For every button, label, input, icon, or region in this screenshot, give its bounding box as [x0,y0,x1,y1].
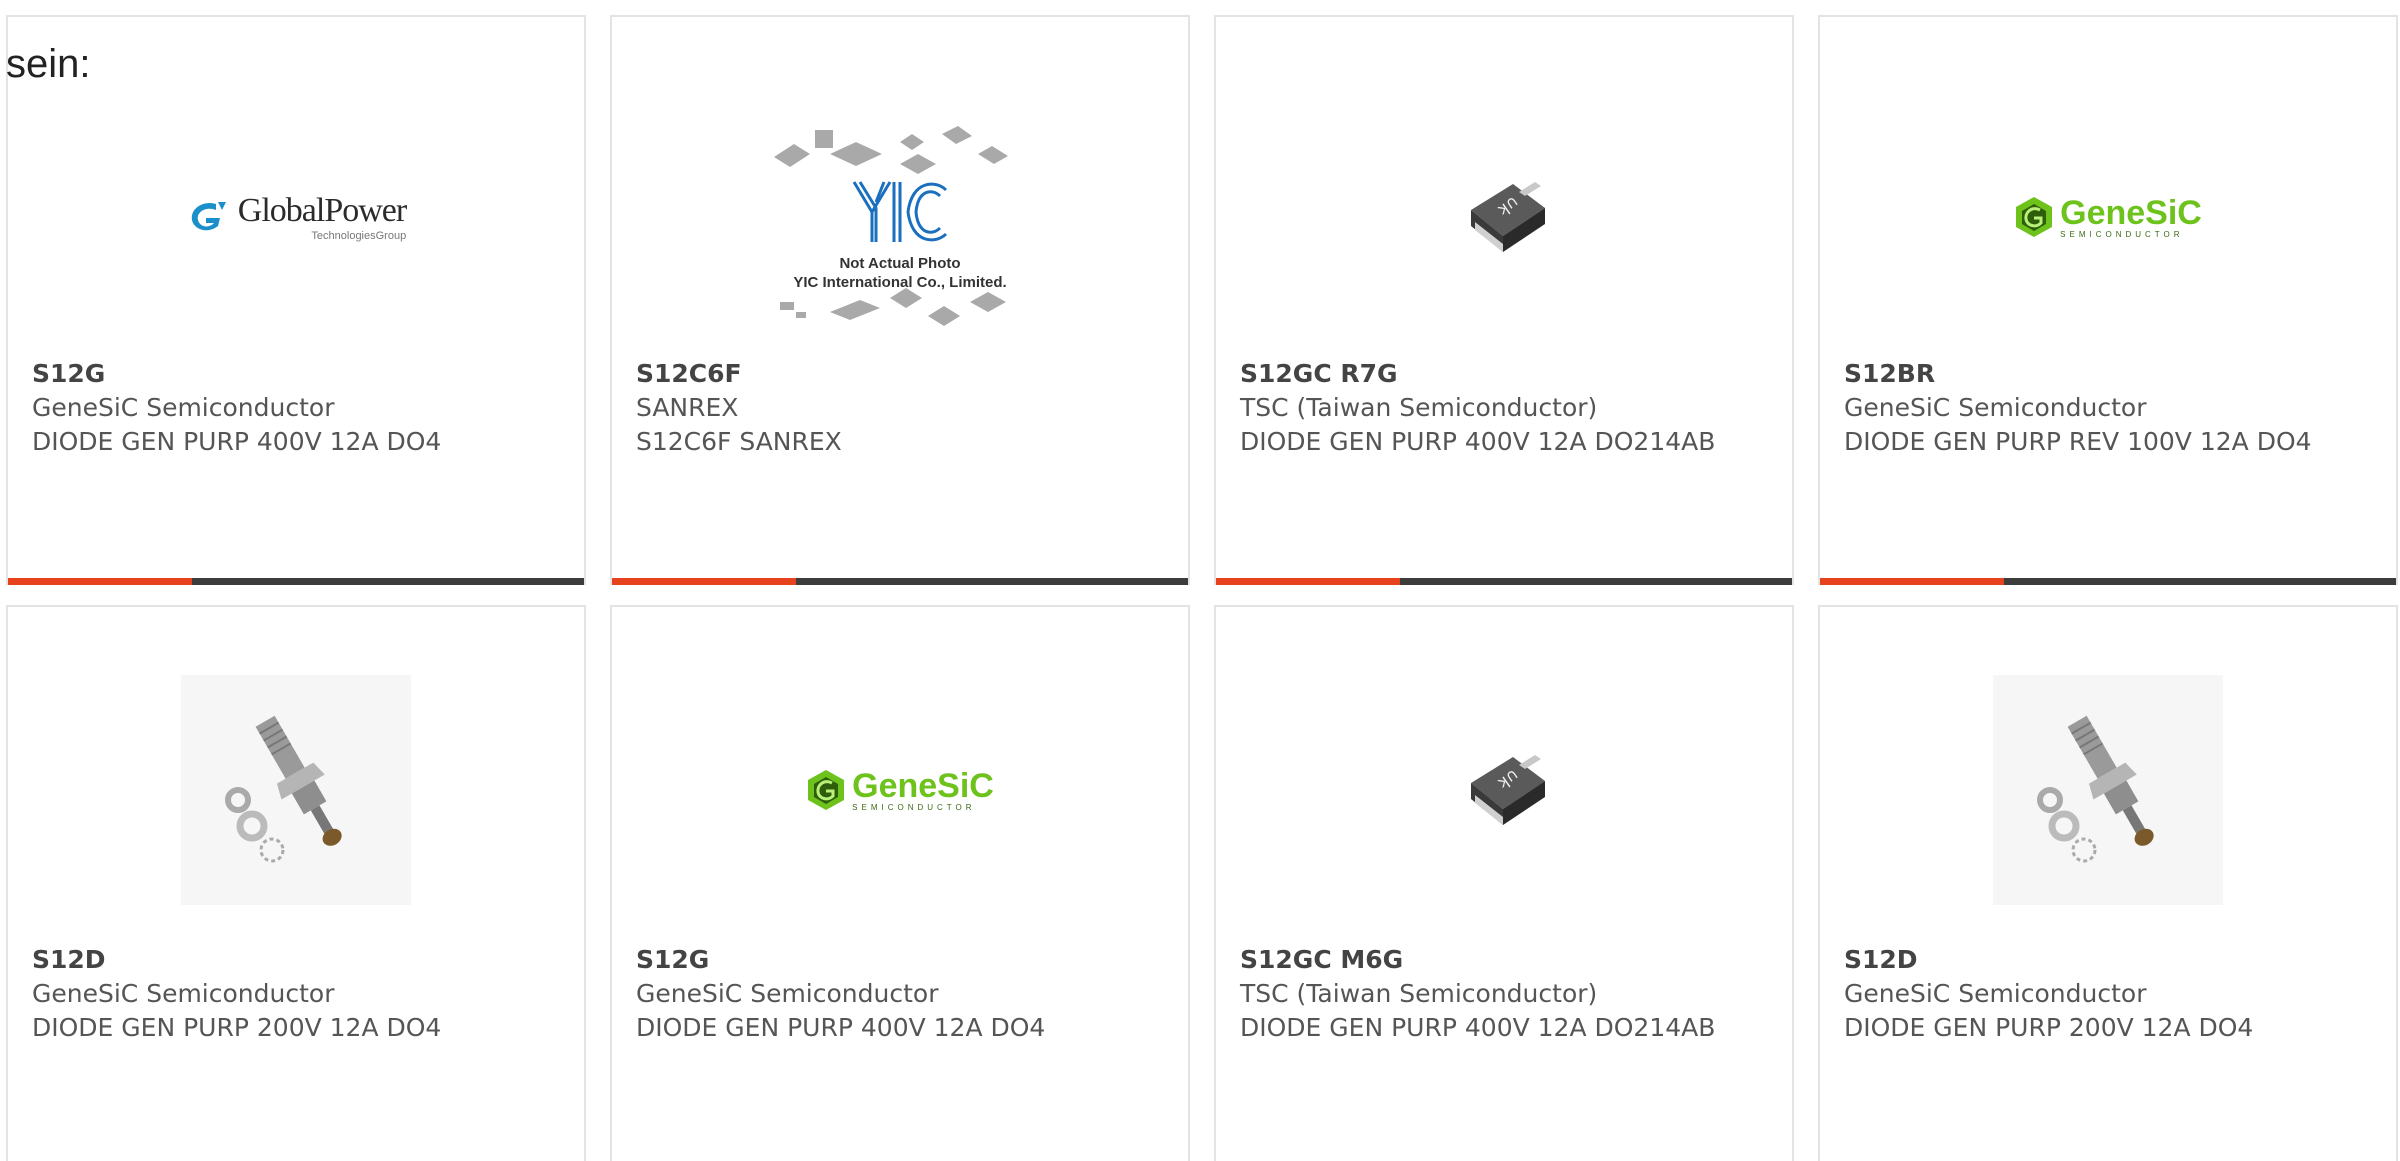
stud-diode-icon [2037,715,2154,863]
product-card[interactable]: ʞ∩ S12GC R7G TSC (Taiwan Semiconductor) … [1214,15,1794,585]
description: DIODE GEN PURP REV 100V 12A DO4 [1844,427,2312,456]
manufacturer: TSC (Taiwan Semiconductor) [1240,393,1598,422]
product-info: S12GC R7G TSC (Taiwan Semiconductor) DIO… [1240,357,1768,459]
genesic-hex-icon [2016,197,2053,237]
card-bottom-bar [8,578,584,585]
product-grid-page: sein: GlobalPower TechnologiesGroup S12G… [0,0,2400,1161]
card-bottom-bar [1216,578,1792,585]
part-number[interactable]: S12GC M6G [1240,943,1768,977]
manufacturer: GeneSiC Semiconductor [32,393,335,422]
product-image[interactable] [1993,675,2223,905]
product-image[interactable] [181,675,411,905]
manufacturer: SANREX [636,393,739,422]
card-bottom-bar [1820,578,2396,585]
yic-caption: Not Actual Photo YIC International Co., … [793,255,1007,291]
genesic-logo: GeneSiC SEMICONDUCTOR [806,769,994,812]
product-image[interactable]: ʞ∩ [1389,675,1619,905]
product-info: S12GC M6G TSC (Taiwan Semiconductor) DIO… [1240,943,1768,1045]
genesic-logo: GeneSiC SEMICONDUCTOR [2014,196,2202,239]
card-accent [1216,578,1401,585]
description: DIODE GEN PURP 400V 12A DO214AB [1240,427,1716,456]
part-number[interactable]: S12D [1844,943,2372,977]
manufacturer: GeneSiC Semiconductor [636,979,939,1008]
product-image[interactable]: GlobalPower TechnologiesGroup [181,102,411,332]
description: DIODE GEN PURP 400V 12A DO4 [32,427,442,456]
product-card[interactable]: GeneSiC SEMICONDUCTOR S12BR GeneSiC Semi… [1818,15,2398,585]
product-card[interactable]: S12D GeneSiC Semiconductor DIODE GEN PUR… [6,605,586,1161]
product-image[interactable]: ʞ∩ [1389,102,1619,332]
smd-diode-icon: ʞ∩ [1471,182,1545,252]
part-number[interactable]: S12D [32,943,560,977]
globalpower-icon [191,202,226,231]
part-number[interactable]: S12BR [1844,357,2372,391]
manufacturer: GeneSiC Semiconductor [32,979,335,1008]
yic-placeholder-icon [774,126,1008,326]
product-image[interactable]: GeneSiC SEMICONDUCTOR [785,675,1015,905]
manufacturer: GeneSiC Semiconductor [1844,393,2147,422]
product-card[interactable]: S12D GeneSiC Semiconductor DIODE GEN PUR… [1818,605,2398,1161]
product-info: S12D GeneSiC Semiconductor DIODE GEN PUR… [32,943,560,1045]
part-number[interactable]: S12GC R7G [1240,357,1768,391]
manufacturer: TSC (Taiwan Semiconductor) [1240,979,1598,1008]
product-image[interactable]: GeneSiC SEMICONDUCTOR [1993,102,2223,332]
stud-diode-icon [225,715,342,863]
card-accent [612,578,797,585]
part-number[interactable]: S12C6F [636,357,1164,391]
manufacturer: GeneSiC Semiconductor [1844,979,2147,1008]
description: DIODE GEN PURP 200V 12A DO4 [32,1013,442,1042]
product-info: S12G GeneSiC Semiconductor DIODE GEN PUR… [32,357,560,459]
product-card[interactable]: Not Actual Photo YIC International Co., … [610,15,1190,585]
part-number[interactable]: S12G [32,357,560,391]
product-card[interactable]: ʞ∩ S12GC M6G TSC (Taiwan Semiconductor) … [1214,605,1794,1161]
product-info: S12C6F SANREX S12C6F SANREX [636,357,1164,459]
intro-text: sein: [6,42,91,86]
part-number[interactable]: S12G [636,943,1164,977]
product-card[interactable]: GlobalPower TechnologiesGroup S12G GeneS… [6,15,586,585]
product-info: S12G GeneSiC Semiconductor DIODE GEN PUR… [636,943,1164,1045]
card-accent [8,578,193,585]
description: DIODE GEN PURP 400V 12A DO4 [636,1013,1046,1042]
product-image[interactable]: Not Actual Photo YIC International Co., … [760,102,1040,342]
globalpower-logo: GlobalPower TechnologiesGroup [186,192,407,242]
product-info: S12D GeneSiC Semiconductor DIODE GEN PUR… [1844,943,2372,1045]
description: DIODE GEN PURP 400V 12A DO214AB [1240,1013,1716,1042]
genesic-hex-icon [808,770,845,810]
product-card[interactable]: GeneSiC SEMICONDUCTOR S12G GeneSiC Semic… [610,605,1190,1161]
card-accent [1820,578,2005,585]
product-info: S12BR GeneSiC Semiconductor DIODE GEN PU… [1844,357,2372,459]
smd-diode-icon: ʞ∩ [1471,755,1545,825]
description: DIODE GEN PURP 200V 12A DO4 [1844,1013,2254,1042]
card-bottom-bar [612,578,1188,585]
description: S12C6F SANREX [636,427,842,456]
